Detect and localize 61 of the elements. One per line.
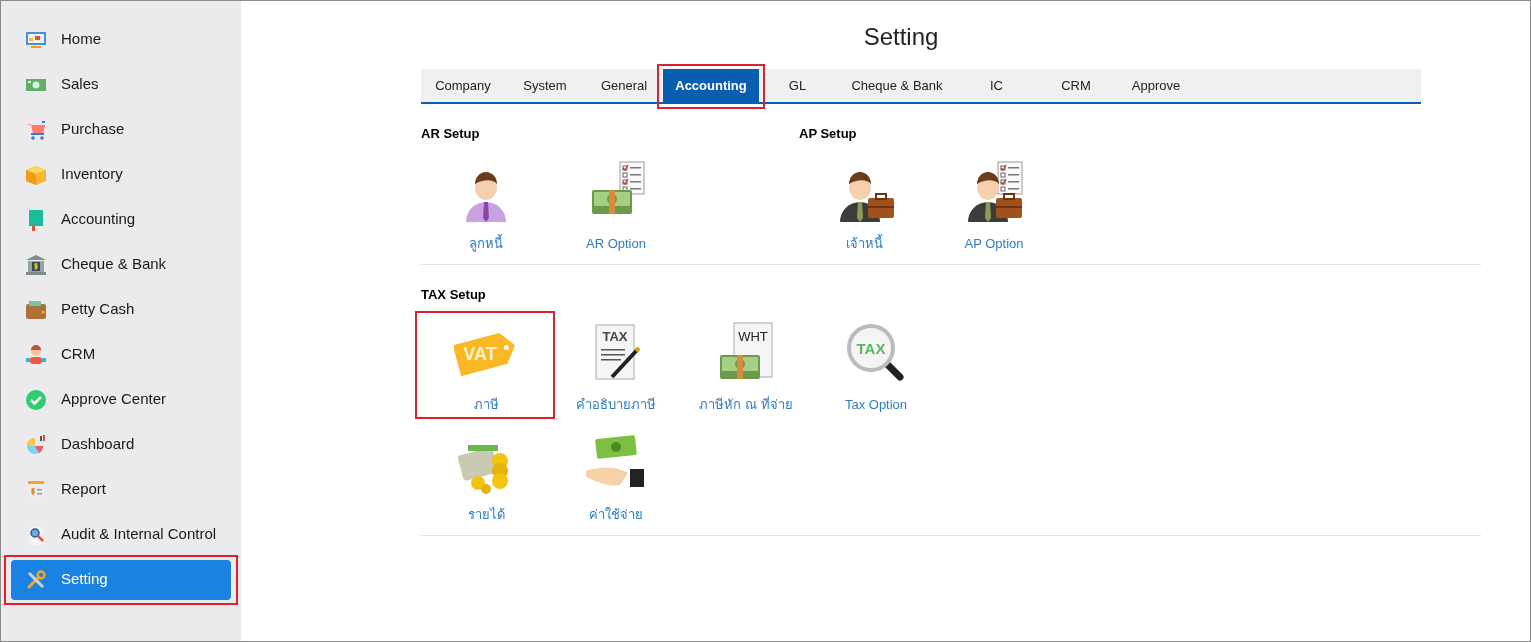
sidebar-item[interactable]: Accounting: [11, 199, 231, 240]
sidebar-item[interactable]: Cheque & Bank: [11, 244, 231, 285]
page-title: Setting: [863, 22, 939, 52]
sidebar-item[interactable]: Purchase: [11, 109, 231, 150]
tab[interactable]: Approve: [1117, 69, 1195, 102]
icon-label: WHT: [738, 329, 768, 344]
sidebar-item[interactable]: Dashboard: [11, 424, 231, 465]
bank-icon: [25, 253, 47, 276]
tile-label[interactable]: คำอธิบายภาษี: [576, 395, 656, 415]
section-heading: AR Setup: [421, 126, 481, 142]
pie-icon: [25, 433, 47, 456]
tile-label[interactable]: ค่าใช้จ่าย: [589, 505, 643, 525]
section-heading: AP Setup: [799, 126, 858, 142]
sidebar-item[interactable]: Report: [11, 469, 231, 510]
section-heading: TAX Setup: [421, 287, 487, 303]
people-icon: [25, 343, 47, 366]
tile-label[interactable]: AR Option: [586, 234, 646, 254]
icon-label: VAT: [463, 344, 497, 364]
price-tag-drawing: [454, 332, 515, 377]
tab[interactable]: System: [505, 69, 585, 102]
tile-label[interactable]: AP Option: [964, 234, 1024, 254]
document-money-drawing: [720, 322, 773, 379]
tab[interactable]: CRM: [1035, 69, 1117, 102]
tile-label[interactable]: ภาษีหัก ณ ที่จ่าย: [699, 395, 793, 415]
box-icon: [25, 163, 47, 186]
document-pen-drawing: [595, 324, 641, 380]
tools-icon: [25, 568, 47, 591]
tile-label[interactable]: ลูกหนี้: [469, 234, 503, 254]
tab[interactable]: IC: [958, 69, 1035, 102]
wallet-icon: [25, 298, 47, 321]
magnifier-drawing: [847, 324, 904, 381]
setting-tile[interactable]: ค่าใช้จ่าย: [584, 417, 648, 525]
sidebar-item[interactable]: Sales: [11, 64, 231, 105]
setting-tile[interactable]: WHT ภาษีหัก ณ ที่จ่าย: [699, 307, 793, 415]
tab[interactable]: General: [585, 69, 663, 102]
icon-label: TAX: [856, 340, 886, 357]
check-icon: [25, 388, 47, 411]
tab[interactable]: GL: [759, 69, 836, 102]
setting-tile[interactable]: TAX คำอธิบายภาษี: [576, 307, 656, 415]
setting-tile[interactable]: AP Option: [962, 146, 1026, 254]
tile-label[interactable]: รายได้: [467, 505, 505, 525]
sidebar-item[interactable]: Petty Cash: [11, 289, 231, 330]
sidebar-item[interactable]: Approve Center: [11, 379, 231, 420]
tile-label[interactable]: Tax Option: [844, 395, 908, 415]
sidebar-item[interactable]: Home: [11, 19, 231, 60]
tab[interactable]: Company: [421, 69, 505, 102]
setting-tile[interactable]: AR Option: [584, 146, 648, 254]
setting-tile[interactable]: VAT ภาษี: [454, 307, 518, 415]
sidebar-item[interactable]: Inventory: [11, 154, 231, 195]
setting-tile[interactable]: TAX Tax Option: [844, 307, 908, 415]
sidebar-item[interactable]: Setting: [11, 559, 231, 600]
sidebar-item[interactable]: CRM: [11, 334, 231, 375]
tab[interactable]: Cheque & Bank: [836, 69, 958, 102]
setting-tile[interactable]: รายได้: [454, 417, 518, 525]
sidebar-item[interactable]: Audit & Internal Control: [11, 514, 231, 555]
tab[interactable]: Accounting: [663, 69, 759, 102]
setting-tile[interactable]: ลูกหนี้: [454, 146, 518, 254]
tile-label[interactable]: เจ้าหนี้: [845, 234, 883, 254]
icon-label: TAX: [602, 329, 628, 344]
tile-label[interactable]: ภาษี: [473, 395, 499, 415]
setting-tile[interactable]: เจ้าหนี้: [832, 146, 896, 254]
